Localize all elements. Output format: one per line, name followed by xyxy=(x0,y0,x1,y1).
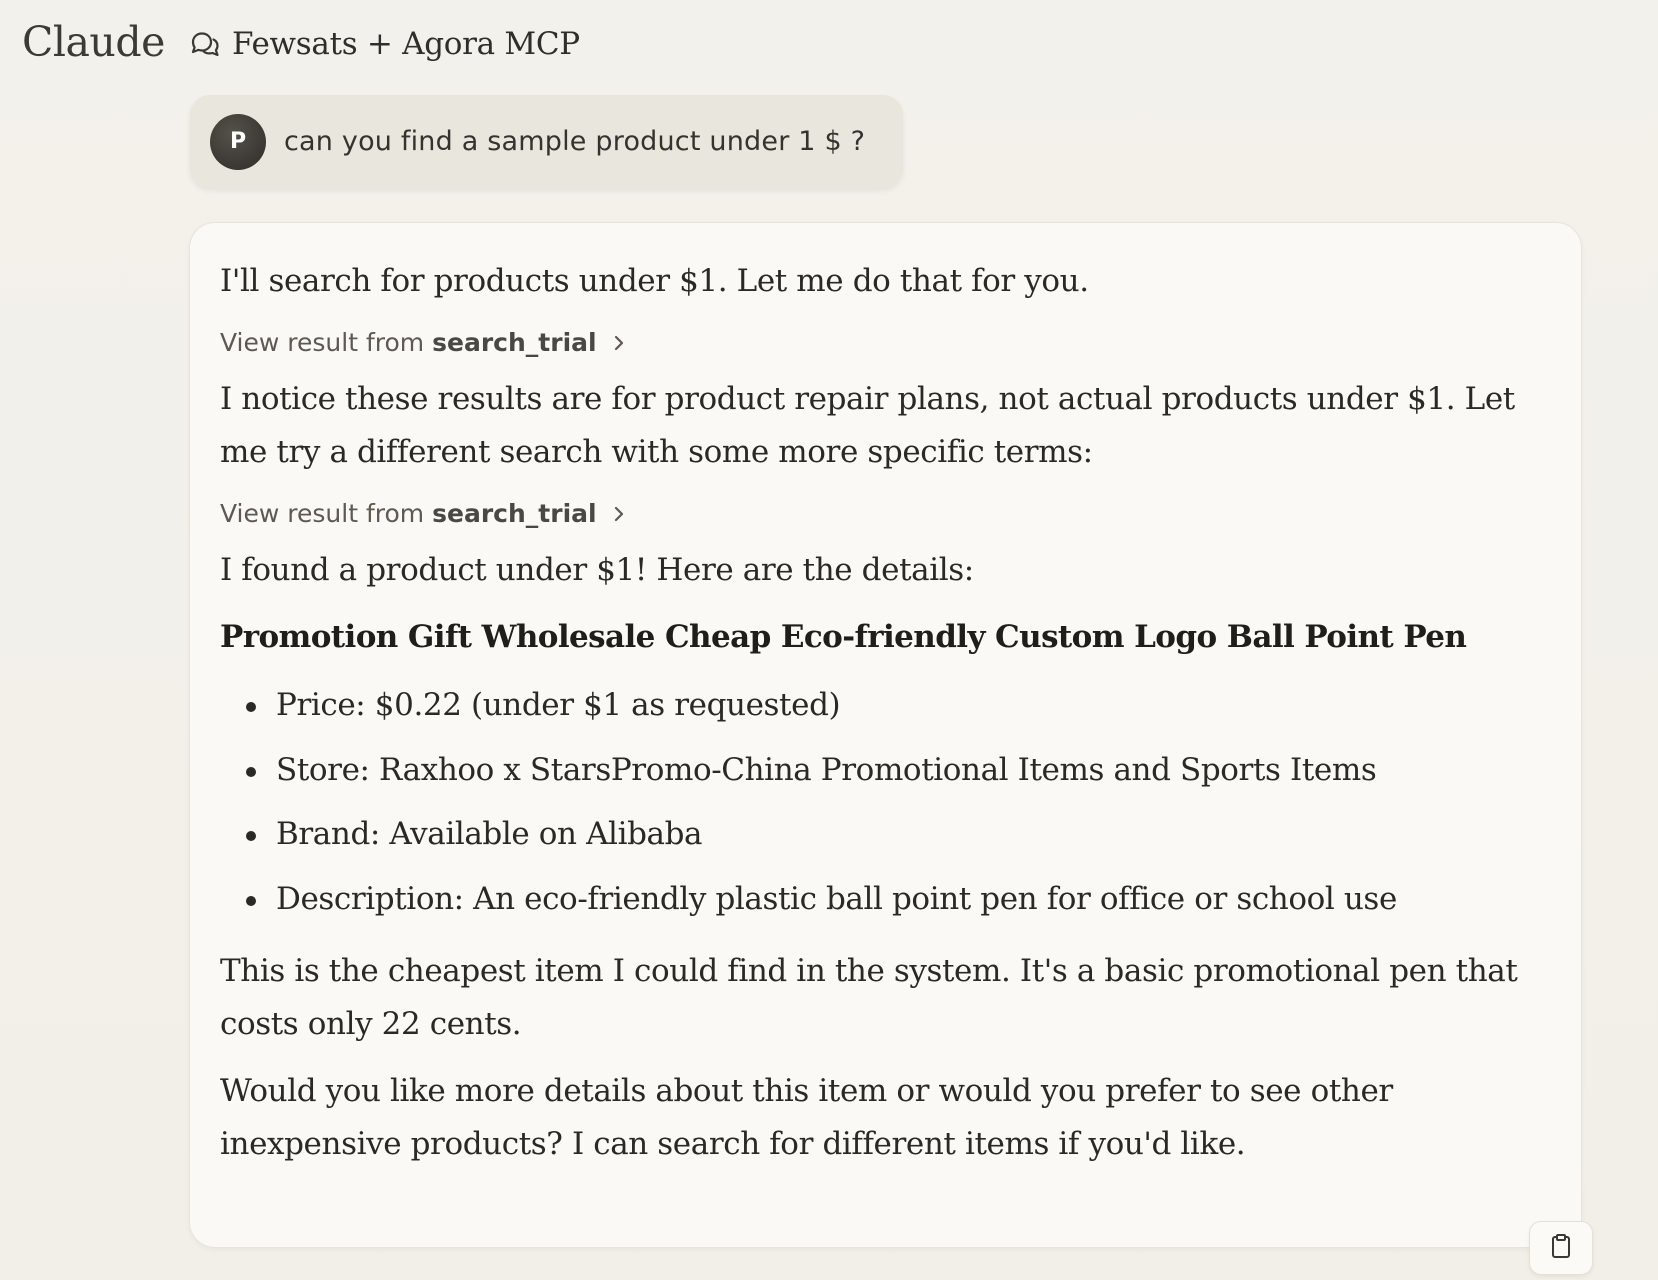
list-item: Brand: Available on Alibaba xyxy=(220,802,1520,867)
view-tool-result-2[interactable]: View result from search_trial xyxy=(220,499,1520,528)
clipboard-icon xyxy=(1549,1233,1573,1263)
list-item: Store: Raxhoo x StarsPromo-China Promoti… xyxy=(220,738,1520,803)
tool-name: search_trial xyxy=(432,499,597,528)
detail-price: Price: $0.22 (under $1 as requested) xyxy=(276,687,841,723)
detail-description: Description: An eco-friendly plastic bal… xyxy=(276,880,1397,917)
assistant-message-content: I'll search for products under $1. Let m… xyxy=(220,255,1520,1171)
user-message-text: can you find a sample product under 1 $ … xyxy=(284,126,866,157)
user-message: P can you find a sample product under 1 … xyxy=(190,95,903,188)
assistant-followup: Would you like more details about this i… xyxy=(220,1073,1393,1162)
bullet xyxy=(246,702,256,712)
assistant-message: I'll search for products under $1. Let m… xyxy=(189,222,1582,1248)
view-tool-result-1[interactable]: View result from search_trial xyxy=(220,328,1520,357)
chat-title-area[interactable]: Fewsats + Agora MCP xyxy=(188,26,580,62)
assistant-found: I found a product under $1! Here are the… xyxy=(220,552,974,588)
chat-title: Fewsats + Agora MCP xyxy=(232,26,580,62)
list-item: Description: An eco-friendly plastic bal… xyxy=(220,867,1520,932)
assistant-notice: I notice these results are for product r… xyxy=(220,381,1515,470)
header: Claude Fewsats + Agora MCP xyxy=(0,0,1658,90)
list-item: Price: $0.22 (under $1 as requested) xyxy=(220,673,1520,738)
detail-brand: Brand: Available on Alibaba xyxy=(276,816,703,852)
copy-button[interactable] xyxy=(1529,1221,1593,1275)
avatar: P xyxy=(210,113,266,170)
product-title: Promotion Gift Wholesale Cheap Eco-frien… xyxy=(220,619,1467,655)
bullet xyxy=(246,766,256,777)
chevron-right-icon xyxy=(611,503,627,525)
chevron-right-icon xyxy=(611,332,627,354)
chat-page: Claude Fewsats + Agora MCP P can you fin… xyxy=(0,0,1658,1280)
product-details-list: Price: $0.22 (under $1 as requested) Sto… xyxy=(220,673,1520,931)
tool-name: search_trial xyxy=(432,328,597,357)
tool-result-prefix: View result from xyxy=(220,328,425,357)
assistant-summary: This is the cheapest item I could find i… xyxy=(220,953,1518,1042)
bullet xyxy=(246,831,256,841)
chat-bubbles-icon xyxy=(188,27,222,61)
tool-result-prefix: View result from xyxy=(220,499,425,528)
brand-logo[interactable]: Claude xyxy=(22,18,165,66)
detail-store: Store: Raxhoo x StarsPromo-China Promoti… xyxy=(276,751,1377,788)
assistant-intro: I'll search for products under $1. Let m… xyxy=(220,263,1089,299)
bullet xyxy=(246,895,256,906)
